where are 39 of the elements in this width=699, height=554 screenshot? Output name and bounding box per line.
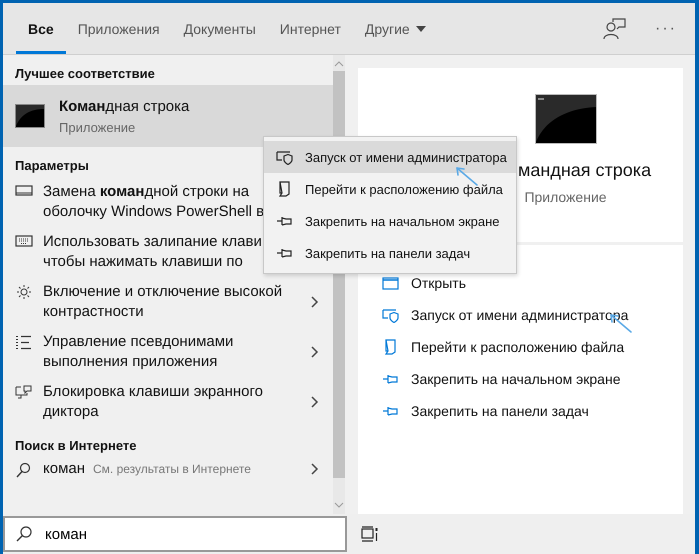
query-text: коман xyxy=(43,460,86,478)
menu-item[interactable]: Запуск от имени администратора xyxy=(264,141,516,173)
item-label: чтобы нажимать клавиши по xyxy=(43,252,243,272)
best-match-item[interactable]: Командная строка Приложение xyxy=(3,85,333,147)
tab[interactable]: Другие xyxy=(352,6,438,54)
settings-item[interactable]: Управление псевдонимами выполнения приложения xyxy=(3,327,333,377)
section-header: Поиск в Интернете xyxy=(15,438,136,453)
web-search-item[interactable]: коман См. результаты в Интернете xyxy=(3,457,333,481)
section-header: Параметры xyxy=(15,158,89,173)
item-label: выполнения приложения xyxy=(43,352,218,372)
hint-text: См. результаты в Интернете xyxy=(93,461,251,478)
search-field[interactable]: коман xyxy=(3,516,347,552)
menu-item[interactable]: Закрепить на начальном экране xyxy=(264,205,516,237)
app-title: Командная строка xyxy=(59,98,190,114)
item-label: Замена командной строки на xyxy=(43,182,250,202)
tab[interactable]: Документы xyxy=(172,6,268,54)
action-item[interactable]: Перейти к расположению файла xyxy=(382,331,683,363)
item-label: контрастности xyxy=(43,302,144,322)
section-header: Лучшее соответствие xyxy=(15,66,155,81)
item-label: Использовать залипание клави xyxy=(43,232,262,252)
tab[interactable]: Приложения xyxy=(66,6,172,54)
tab[interactable]: Интернет xyxy=(268,6,353,54)
app-type: Приложение xyxy=(524,189,607,205)
item-label: диктора xyxy=(43,402,99,422)
item-label: Блокировка клавиши экранного xyxy=(43,382,263,402)
settings-item[interactable]: Блокировка клавиши экранного диктора xyxy=(3,377,333,427)
item-label: Управление псевдонимами xyxy=(43,332,234,352)
action-item[interactable]: Открыть xyxy=(382,267,683,299)
action-item[interactable]: Закрепить на панели задач xyxy=(382,395,683,427)
app-type: Приложение xyxy=(59,120,136,134)
settings-item[interactable]: Включение и отключение высокой контрастности xyxy=(3,277,333,327)
item-label: Включение и отключение высокой xyxy=(43,282,282,302)
action-item[interactable]: Закрепить на начальном экране xyxy=(382,363,683,395)
action-item[interactable]: Запуск от имени администратора xyxy=(382,299,683,331)
app-title: мандная строка xyxy=(518,160,652,181)
menu-item[interactable]: Перейти к расположению файла xyxy=(264,173,516,205)
more-button[interactable]: ··· xyxy=(655,3,677,54)
item-label: оболочку Windows PowerShell в xyxy=(43,202,264,222)
menu-item[interactable]: Закрепить на панели задач xyxy=(264,237,516,269)
